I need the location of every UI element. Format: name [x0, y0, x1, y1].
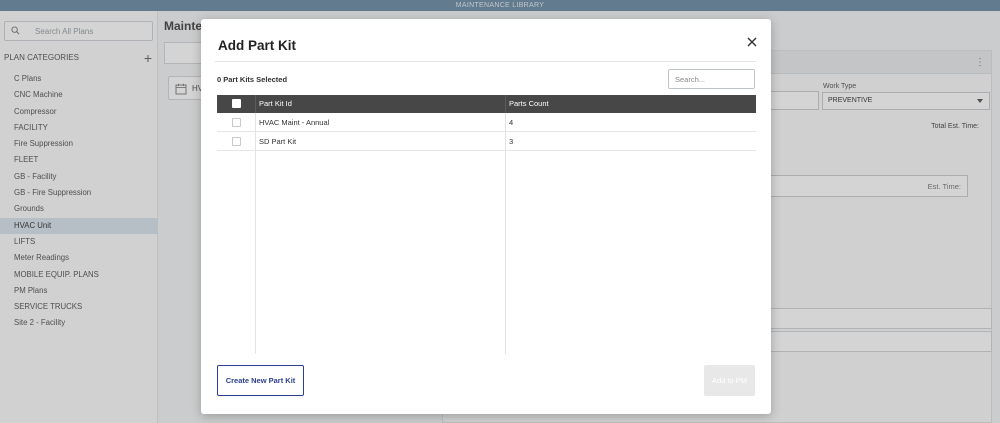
parts-count-cell: 3: [509, 137, 514, 146]
selected-count: 0 Part Kits Selected: [217, 75, 288, 84]
table-row[interactable]: HVAC Maint - Annual 4: [217, 113, 756, 132]
dialog-title: Add Part Kit: [218, 38, 297, 53]
add-to-pm-button[interactable]: Add to PM: [704, 365, 755, 396]
parts-count-cell: 4: [509, 118, 514, 127]
column-header-part-kit-id[interactable]: Part Kit Id: [259, 99, 292, 108]
part-kit-table: Part Kit Id Parts Count HVAC Maint - Ann…: [217, 95, 756, 354]
part-kit-id-cell: HVAC Maint - Annual: [259, 118, 330, 127]
dialog-divider: [215, 61, 756, 62]
row-checkbox[interactable]: [232, 118, 241, 127]
close-icon[interactable]: [746, 36, 758, 48]
part-kit-id-cell: SD Part Kit: [259, 137, 297, 146]
part-kit-search-input[interactable]: [668, 69, 755, 89]
column-divider: [255, 95, 256, 113]
row-checkbox[interactable]: [232, 137, 241, 146]
add-part-kit-dialog: Add Part Kit 0 Part Kits Selected Part K…: [201, 19, 771, 414]
table-header: Part Kit Id Parts Count: [217, 95, 756, 113]
select-all-checkbox[interactable]: [232, 99, 241, 108]
column-header-parts-count[interactable]: Parts Count: [509, 99, 549, 108]
table-row[interactable]: SD Part Kit 3: [217, 132, 756, 151]
column-divider: [505, 95, 506, 113]
create-new-part-kit-button[interactable]: Create New Part Kit: [217, 365, 304, 396]
table-body: HVAC Maint - Annual 4 SD Part Kit 3: [217, 113, 756, 354]
